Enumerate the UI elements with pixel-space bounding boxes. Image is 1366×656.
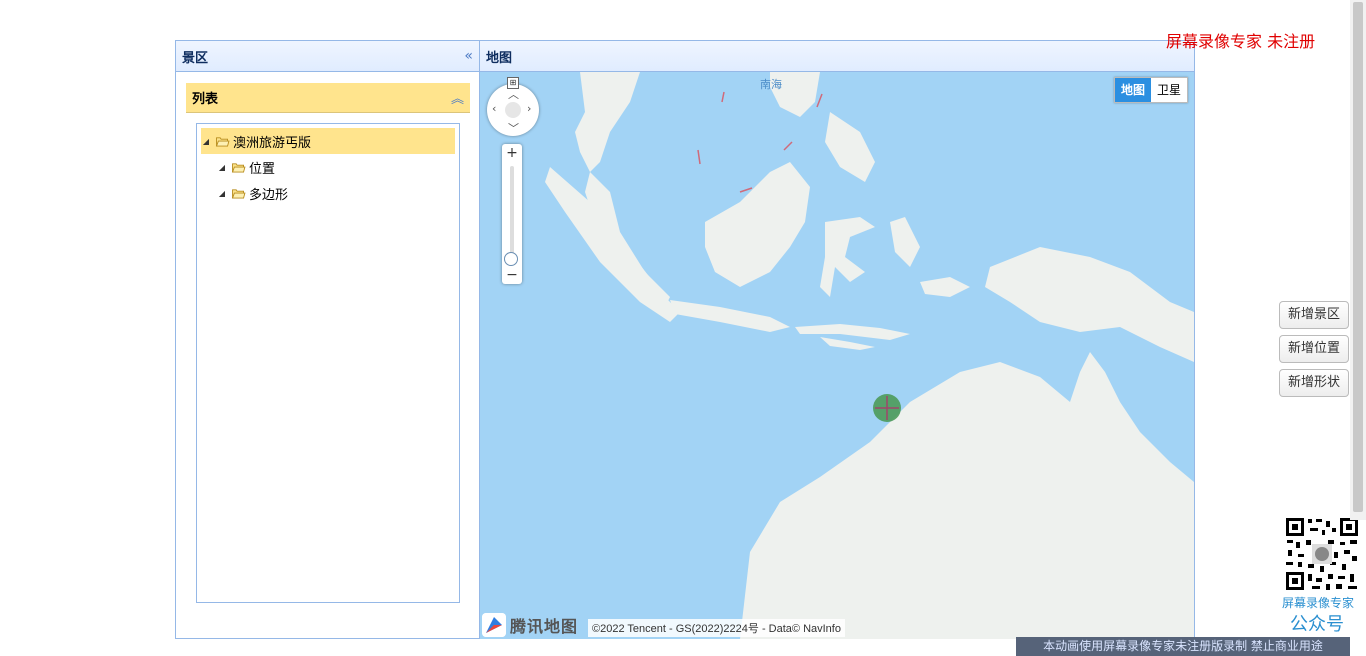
sea-label: 南海 [760,78,782,91]
map-type-switch[interactable]: 地图 卫星 [1113,77,1188,103]
location-marker[interactable] [873,394,901,422]
scenic-panel: 景区 « 列表 ︽ ◢ 澳洲旅游丐版 ◢ 位置 ◢ 多边形 [175,40,480,639]
map-panel-title: 地图 [486,50,513,66]
tencent-map-logo-text: 腾讯地图 [510,617,579,636]
pan-right-icon[interactable]: › [527,102,531,115]
map-canvas[interactable]: 南海 ︿ ﹀ ‹ › ⊞ + − 地图 卫星 腾讯地图 ©2022 Tencen… [480,72,1194,639]
expand-triangle-icon[interactable]: ◢ [217,163,227,172]
qr-caption-title: 屏幕录像专家 [1282,596,1355,610]
zoom-slider-knob[interactable] [504,251,518,266]
page-scrollbar-thumb[interactable] [1353,2,1363,512]
folder-open-icon [215,136,230,147]
add-shape-button[interactable]: 新增形状 [1279,369,1349,397]
list-title: 列表 [192,92,219,107]
tree-node-label: 多边形 [249,187,289,203]
qr-caption-subtitle: 公众号 [1290,614,1344,635]
pan-down-icon[interactable]: ﹀ [508,120,519,136]
add-location-button[interactable]: 新增位置 [1279,335,1349,363]
map-reset-icon[interactable]: ⊞ [507,77,519,89]
recorder-watermark: 屏幕录像专家 未注册 [1166,32,1316,51]
map-type-map-button[interactable]: 地图 [1114,78,1151,102]
map-type-satellite-button[interactable]: 卫星 [1151,78,1187,102]
zoom-control[interactable]: + − [502,144,522,284]
pan-center-icon[interactable] [505,102,521,118]
pan-left-icon[interactable]: ‹ [492,102,496,115]
expand-triangle-icon[interactable]: ◢ [217,189,227,198]
recorder-banner: 本动画使用屏幕录像专家未注册版录制 禁止商业用途 [1016,637,1350,656]
map-panel-header: 地图 [480,41,1194,72]
tencent-map-logo-icon [482,613,506,637]
tree-node-polygon[interactable]: ◢ 多边形 [201,180,455,206]
scenic-panel-title: 景区 [182,50,209,66]
add-scenic-button[interactable]: 新增景区 [1279,301,1349,329]
expand-triangle-icon[interactable]: ◢ [201,137,211,146]
map-tiles[interactable] [480,72,1194,639]
scenic-tree: ◢ 澳洲旅游丐版 ◢ 位置 ◢ 多边形 [196,123,460,603]
page-scrollbar[interactable] [1350,0,1366,520]
tree-node-label: 澳洲旅游丐版 [233,135,312,151]
map-panel: 地图 南海 ︿ ﹀ ‹ › ⊞ + − 地图 卫星 腾讯地图 ©2022 Ten… [480,40,1195,639]
zoom-in-button[interactable]: + [502,144,522,162]
zoom-slider-track[interactable] [510,166,514,264]
tree-node-root[interactable]: ◢ 澳洲旅游丐版 [201,128,455,154]
tree-node-label: 位置 [249,161,276,177]
scenic-panel-header: 景区 « [176,41,479,72]
tencent-map-logo: 腾讯地图 [482,612,578,638]
chevron-up-icon[interactable]: ︽ [451,88,464,107]
tree-node-location[interactable]: ◢ 位置 [201,154,455,180]
list-accordion-header[interactable]: 列表 ︽ [186,83,470,113]
collapse-left-icon[interactable]: « [464,48,473,64]
folder-open-icon [231,162,246,173]
map-copyright: ©2022 Tencent - GS(2022)2224号 - Data© Na… [588,619,845,637]
folder-open-icon [231,188,246,199]
qr-code-icon [1284,516,1360,592]
zoom-out-button[interactable]: − [502,266,522,284]
pan-control[interactable]: ︿ ﹀ ‹ › [487,84,539,136]
